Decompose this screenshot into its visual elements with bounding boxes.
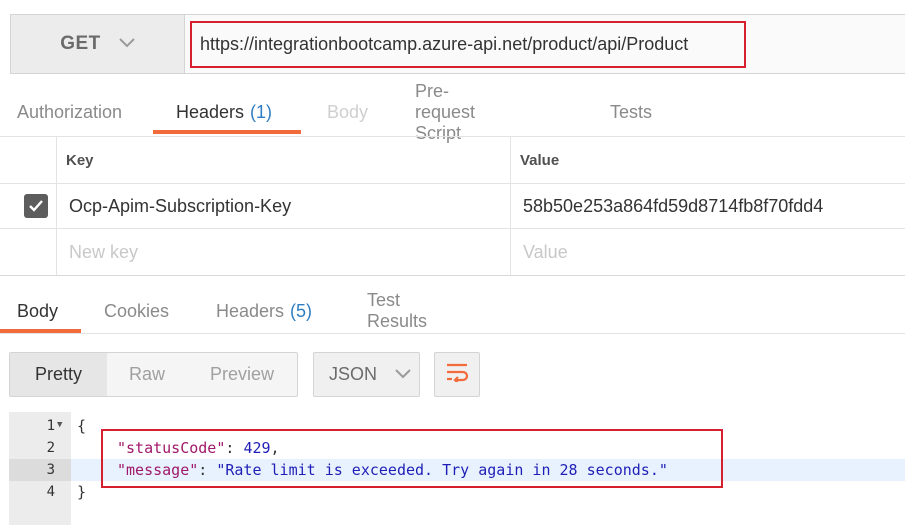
divider [0, 333, 905, 334]
line-number: 4 [46, 484, 55, 500]
divider [56, 184, 57, 228]
line-number: 1 [46, 418, 55, 434]
code-line: 2 "statusCode": 429, [47, 437, 905, 459]
key-column-header: Key [66, 151, 94, 169]
json-separator: : [198, 461, 217, 479]
json-key: "statusCode" [117, 439, 226, 457]
format-label: JSON [329, 364, 378, 384]
tab-label: Body [17, 300, 59, 321]
headers-count-badge: (1) [250, 101, 273, 122]
tab-label: Headers [176, 101, 245, 122]
header-key-field[interactable]: Ocp-Apim-Subscription-Key [69, 184, 291, 228]
new-value-input[interactable]: Value [523, 229, 568, 275]
code-line: 4 } [47, 481, 905, 503]
tab-test-results[interactable]: Test Results [367, 289, 427, 333]
json-comma: , [270, 439, 280, 457]
divider [510, 229, 511, 275]
request-bar: GET https://integrationbootcamp.azure-ap… [10, 14, 905, 74]
tab-response-headers[interactable]: Headers (5) [216, 289, 312, 333]
fold-arrow-icon[interactable]: ▼ [57, 420, 62, 430]
method-label: GET [60, 33, 101, 54]
method-dropdown[interactable]: GET [11, 15, 185, 73]
chevron-down-icon [119, 35, 135, 53]
tab-authorization[interactable]: Authorization [17, 90, 122, 134]
response-headers-count-badge: (5) [290, 300, 313, 321]
wrap-lines-icon [445, 362, 469, 387]
header-enabled-checkbox[interactable] [24, 184, 48, 228]
tab-cookies[interactable]: Cookies [104, 289, 169, 333]
json-separator: : [225, 439, 244, 457]
table-row-new: New key Value [0, 229, 905, 275]
line-number: 3 [9, 459, 71, 481]
table-header-row: Key Value [0, 137, 905, 184]
tab-tests[interactable]: Tests [610, 90, 652, 134]
json-number-value: 429 [243, 439, 271, 457]
code-text: "statusCode": 429, [117, 439, 280, 457]
chevron-down-icon [395, 366, 411, 384]
code-text: } [77, 483, 87, 501]
view-mode-toggle: Pretty Raw Preview [9, 352, 298, 397]
url-text: https://integrationbootcamp.azure-api.ne… [200, 33, 689, 54]
value-column-header: Value [520, 151, 560, 169]
tab-label: Tests [610, 101, 653, 122]
tab-label: Cookies [104, 300, 170, 321]
tab-label: Authorization [17, 101, 123, 122]
code-line: 3 "message": "Rate limit is exceeded. Tr… [9, 459, 905, 481]
tab-label: Test Results [367, 290, 428, 331]
preview-button[interactable]: Preview [187, 353, 297, 396]
tab-headers[interactable]: Headers (1) [152, 90, 302, 134]
url-input[interactable]: https://integrationbootcamp.azure-api.ne… [186, 15, 905, 73]
header-value-field[interactable]: 58b50e253a864fd59d8714fb8f70fdd4 [523, 184, 823, 228]
tab-body[interactable]: Body [327, 90, 368, 134]
tab-label: Pre-request Script [415, 80, 476, 143]
wrap-lines-button[interactable] [434, 352, 480, 397]
json-string-value: "Rate limit is exceeded. Try again in 28… [216, 461, 668, 479]
divider [56, 229, 57, 275]
code-line: 1 ▼ { [47, 415, 905, 437]
format-dropdown[interactable]: JSON [313, 352, 420, 397]
code-area: 1 ▼ { 2 "statusCode": 429, 3 "message": … [9, 412, 905, 525]
json-key: "message" [117, 461, 199, 479]
divider [0, 275, 905, 276]
response-body-editor[interactable]: 1 ▼ { 2 "statusCode": 429, 3 "message": … [9, 412, 905, 525]
tab-label: Headers [216, 300, 285, 321]
line-number: 2 [46, 440, 55, 456]
divider [56, 137, 57, 183]
tab-label: Body [327, 101, 369, 122]
divider [510, 184, 511, 228]
headers-table: Key Value Ocp-Apim-Subscription-Key 58b5… [0, 137, 905, 275]
code-text: { [77, 417, 87, 435]
table-row: Ocp-Apim-Subscription-Key 58b50e253a864f… [0, 184, 905, 229]
pretty-button[interactable]: Pretty [10, 353, 107, 396]
tab-response-body[interactable]: Body [0, 289, 82, 333]
checkmark-icon [24, 194, 48, 218]
raw-button[interactable]: Raw [107, 353, 187, 396]
divider [510, 137, 511, 183]
new-key-input[interactable]: New key [69, 229, 138, 275]
tab-pre-request-script[interactable]: Pre-request Script [415, 81, 475, 143]
code-text: "message": "Rate limit is exceeded. Try … [117, 461, 668, 479]
